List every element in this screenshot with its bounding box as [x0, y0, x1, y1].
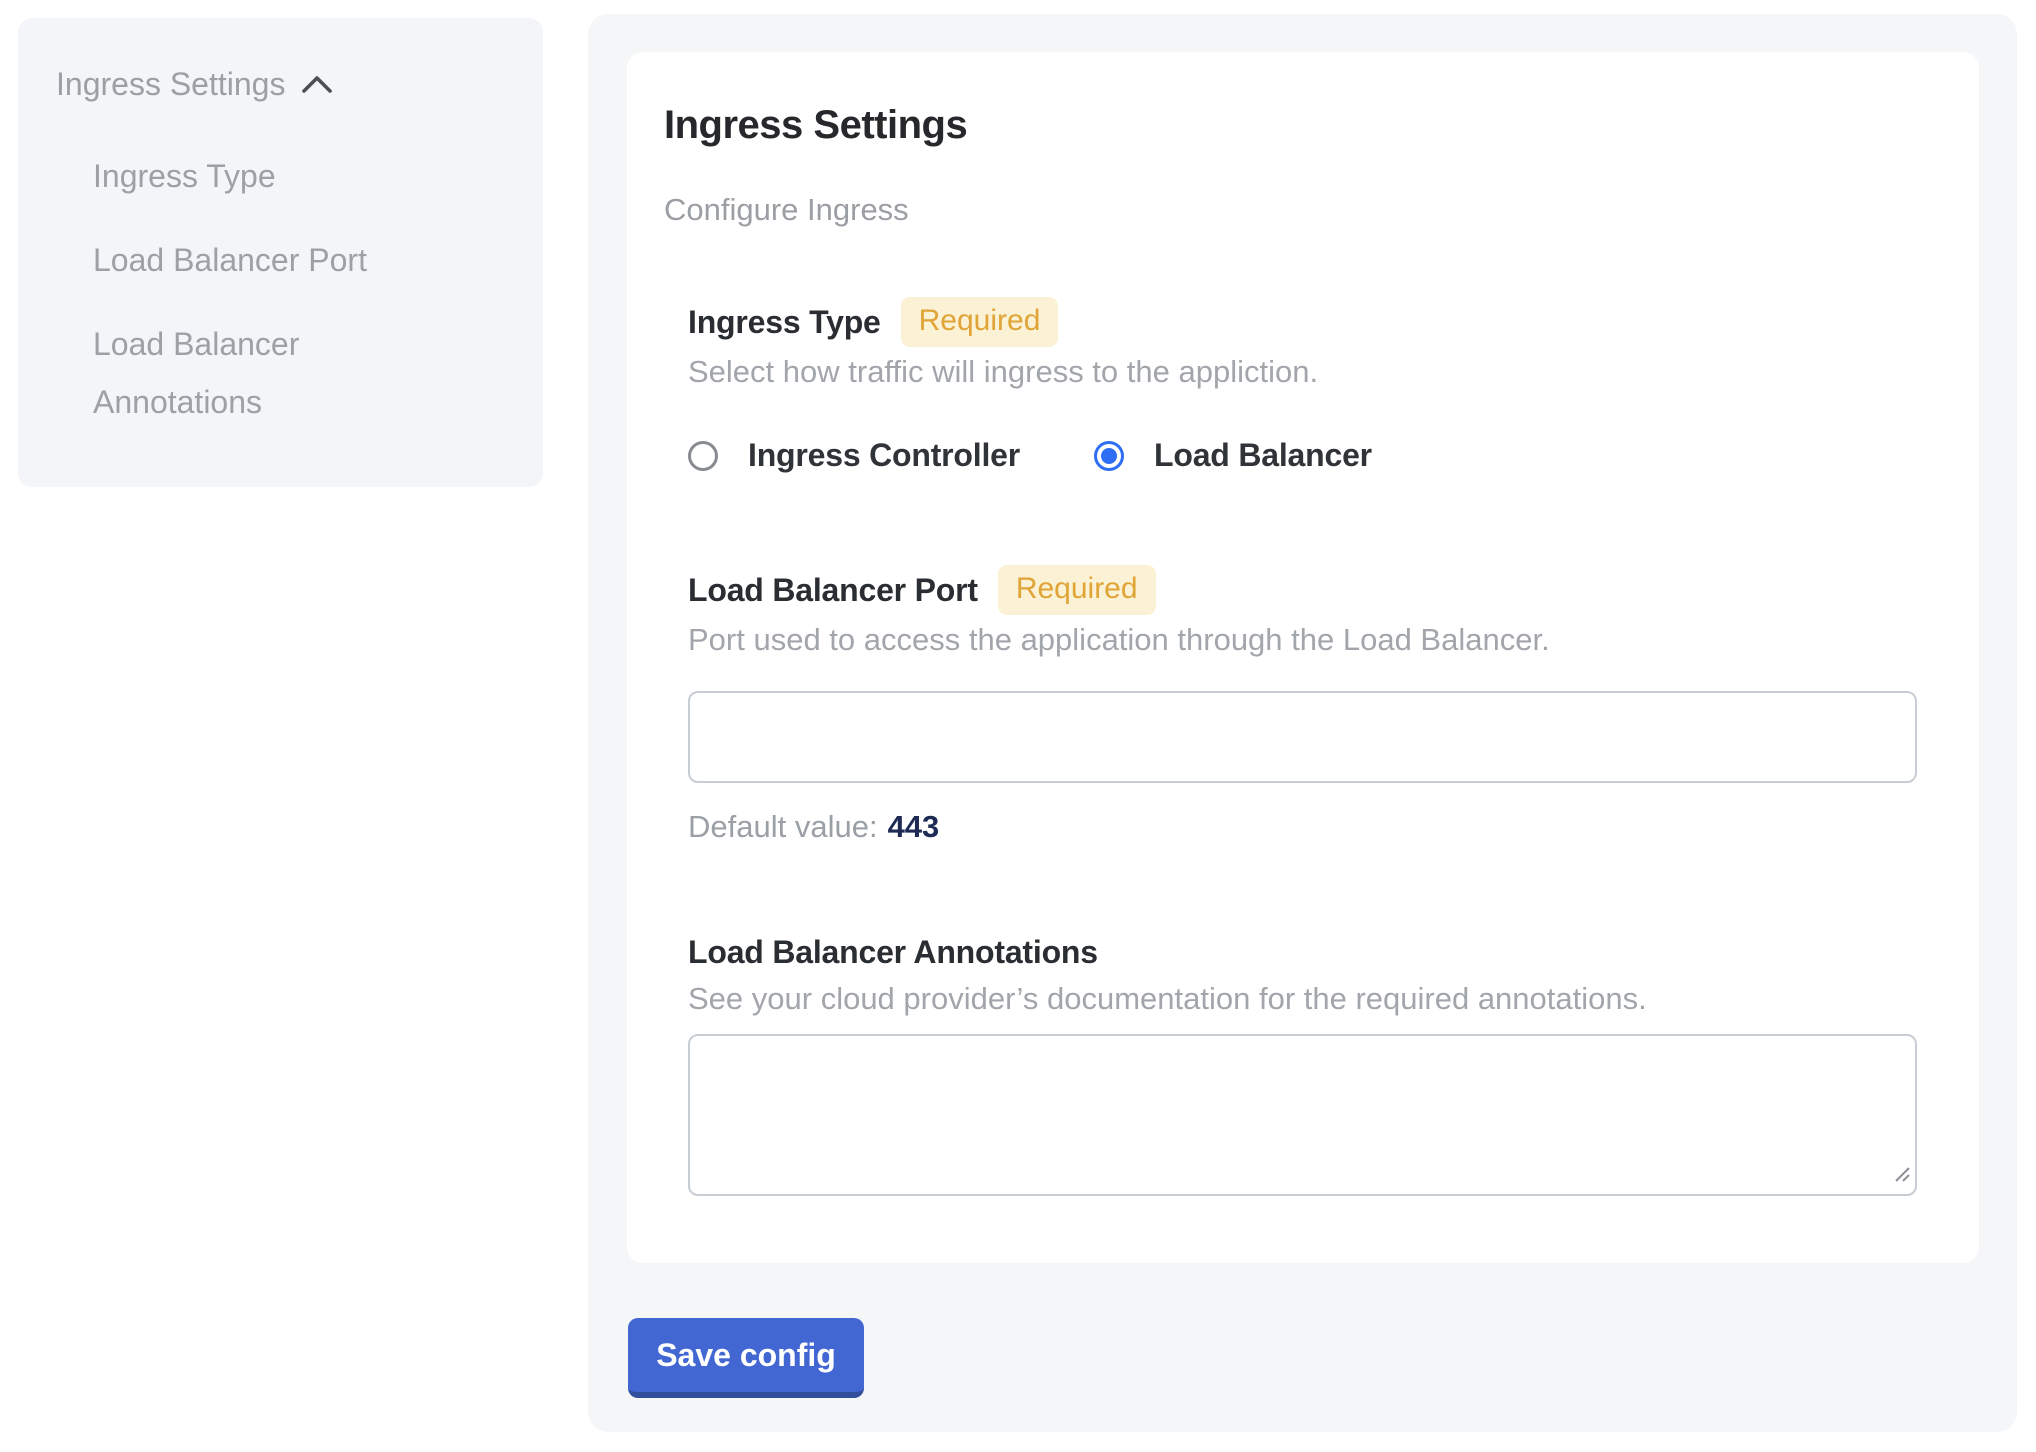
required-badge: Required: [998, 565, 1156, 615]
radio-label-load-balancer: Load Balancer: [1154, 437, 1372, 474]
sidebar-group-ingress-settings[interactable]: Ingress Settings: [56, 66, 505, 103]
ingress-type-description: Select how traffic will ingress to the a…: [688, 353, 1942, 391]
ingress-type-label-row: Ingress Type Required: [688, 297, 1942, 347]
lb-annotations-textarea-wrap: [688, 1034, 1917, 1196]
lb-annotations-label: Load Balancer Annotations: [688, 934, 1098, 971]
settings-outline-sidebar: Ingress Settings Ingress Type Load Balan…: [18, 18, 543, 487]
required-badge: Required: [901, 297, 1059, 347]
radio-option-ingress-controller[interactable]: Ingress Controller: [688, 437, 1020, 474]
load-balancer-annotations-textarea[interactable]: [688, 1034, 1917, 1196]
lb-annotations-label-row: Load Balancer Annotations: [688, 930, 1942, 974]
ingress-settings-card: Ingress Settings Configure Ingress Ingre…: [627, 52, 1979, 1263]
radio-option-load-balancer[interactable]: Load Balancer: [1094, 437, 1372, 474]
default-value-row: Default value: 443: [688, 809, 1942, 845]
sidebar-group-label: Ingress Settings: [56, 66, 285, 103]
section-ingress-type: Ingress Type Required Select how traffic…: [688, 297, 1942, 474]
ingress-type-label: Ingress Type: [688, 304, 881, 341]
section-load-balancer-annotations: Load Balancer Annotations See your cloud…: [688, 930, 1942, 1196]
load-balancer-port-input[interactable]: [688, 691, 1917, 783]
chevron-up-icon: [301, 66, 333, 103]
ingress-type-radio-group: Ingress Controller Load Balancer: [688, 437, 1942, 474]
default-value-number: 443: [888, 809, 940, 844]
radio-unchecked-icon[interactable]: [688, 441, 718, 471]
main-panel: Ingress Settings Configure Ingress Ingre…: [588, 14, 2017, 1432]
save-config-button[interactable]: Save config: [628, 1318, 864, 1398]
radio-label-ingress-controller: Ingress Controller: [748, 437, 1020, 474]
page-title: Ingress Settings: [664, 102, 1942, 148]
form-sections: Ingress Type Required Select how traffic…: [688, 297, 1942, 1196]
lb-port-label-row: Load Balancer Port Required: [688, 565, 1942, 615]
lb-port-label: Load Balancer Port: [688, 572, 978, 609]
page-subtitle: Configure Ingress: [664, 192, 1942, 228]
section-load-balancer-port: Load Balancer Port Required Port used to…: [688, 565, 1942, 845]
sidebar-item-load-balancer-annotations[interactable]: Load Balancer Annotations: [93, 315, 423, 431]
sidebar-item-ingress-type[interactable]: Ingress Type: [93, 147, 423, 205]
lb-annotations-description: See your cloud provider’s documentation …: [688, 980, 1942, 1018]
sidebar-item-load-balancer-port[interactable]: Load Balancer Port: [93, 231, 423, 289]
radio-checked-icon[interactable]: [1094, 441, 1124, 471]
sidebar-item-list: Ingress Type Load Balancer Port Load Bal…: [93, 147, 505, 431]
default-value-label: Default value:: [688, 809, 878, 844]
lb-port-description: Port used to access the application thro…: [688, 621, 1942, 659]
